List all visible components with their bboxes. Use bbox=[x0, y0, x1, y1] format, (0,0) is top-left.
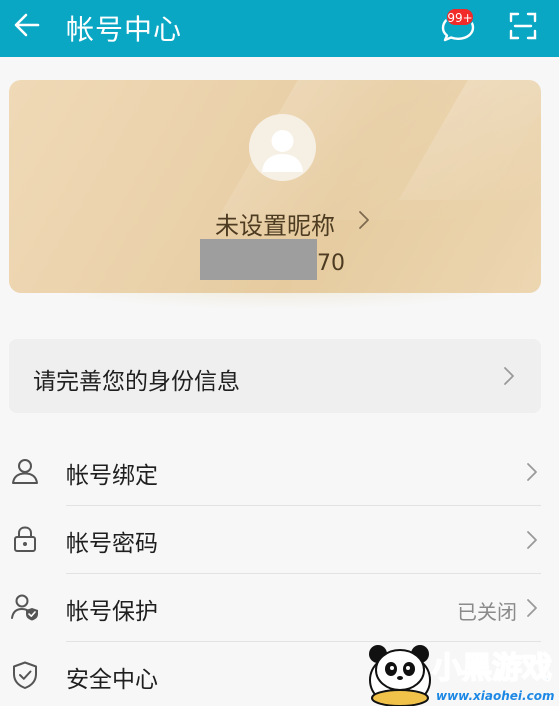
chevron-right-icon bbox=[527, 531, 537, 549]
chevron-right-icon bbox=[527, 463, 537, 481]
account-number-redacted bbox=[200, 239, 317, 280]
complete-identity-banner[interactable]: 请完善您的身份信息 bbox=[9, 339, 541, 413]
shield-check-icon bbox=[13, 661, 37, 689]
account-number: 70 bbox=[317, 251, 345, 276]
watermark-url: www.xiaohei.com bbox=[436, 689, 554, 703]
back-arrow-icon[interactable] bbox=[12, 10, 42, 40]
user-shield-icon bbox=[11, 594, 38, 621]
avatar[interactable] bbox=[249, 114, 316, 181]
menu-item-account-protection[interactable]: 帐号保护 已关闭 bbox=[0, 574, 559, 642]
page-title: 帐号中心 bbox=[66, 13, 183, 46]
chevron-right-icon bbox=[359, 211, 369, 229]
watermark-title: 小黑游戏 bbox=[432, 651, 552, 686]
menu-item-label: 帐号绑定 bbox=[66, 463, 158, 489]
chevron-right-icon bbox=[504, 367, 514, 385]
menu-item-label: 帐号密码 bbox=[66, 531, 158, 557]
menu-item-account-binding[interactable]: 帐号绑定 bbox=[0, 438, 559, 506]
menu-item-account-password[interactable]: 帐号密码 bbox=[0, 506, 559, 574]
profile-card[interactable]: 未设置昵称 70 bbox=[9, 80, 541, 293]
message-count-badge: 99+ bbox=[446, 8, 474, 26]
lock-icon bbox=[14, 526, 36, 552]
top-app-bar: 帐号中心 99+ bbox=[0, 0, 559, 57]
user-icon bbox=[12, 459, 38, 484]
default-avatar-icon bbox=[262, 130, 303, 172]
scan-icon[interactable] bbox=[508, 11, 538, 41]
site-watermark-logo: 小黑游戏 www.xiaohei.com bbox=[369, 645, 554, 706]
protection-status: 已关闭 bbox=[457, 600, 517, 624]
menu-item-label: 安全中心 bbox=[66, 667, 158, 693]
nickname[interactable]: 未设置昵称 bbox=[215, 206, 335, 241]
chevron-right-icon bbox=[527, 599, 537, 617]
menu-item-label: 帐号保护 bbox=[66, 599, 158, 625]
identity-banner-label: 请完善您的身份信息 bbox=[33, 369, 240, 395]
